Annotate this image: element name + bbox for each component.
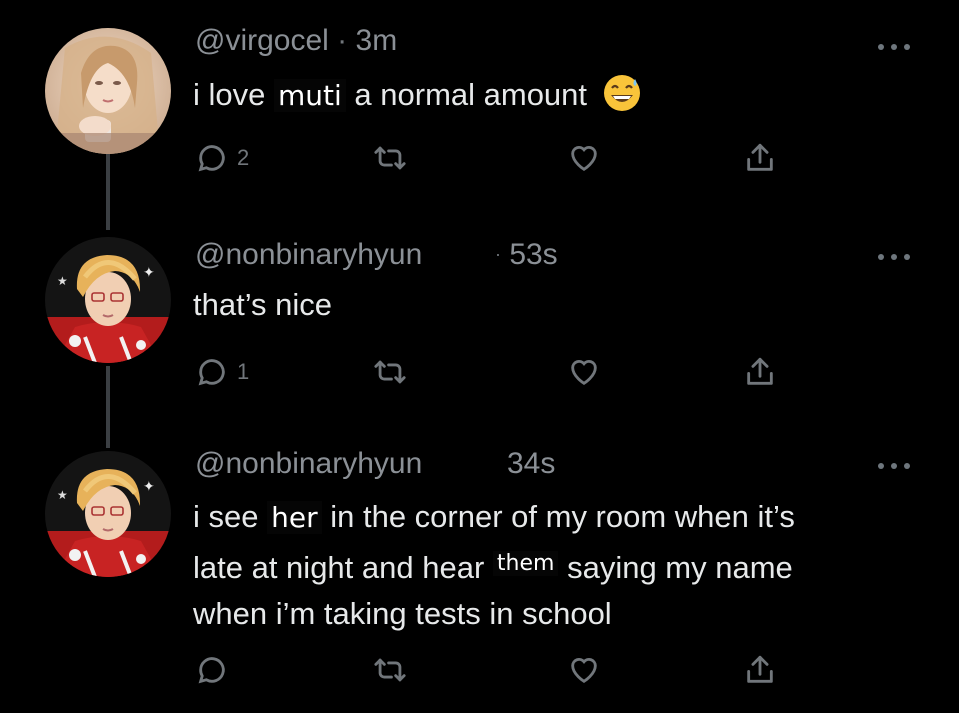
author-handle[interactable]: @nonbinaryhyun xyxy=(195,447,422,480)
like-button[interactable] xyxy=(567,650,601,690)
timestamp[interactable]: 53s xyxy=(509,238,557,271)
text-segment: a normal amount xyxy=(354,77,588,112)
avatar[interactable]: ✦ ★ xyxy=(45,237,171,363)
author-handle[interactable]: @nonbinaryhyun xyxy=(195,238,422,271)
text-line: i see her in the corner of my room when … xyxy=(193,494,913,541)
tweet-text: i see her in the corner of my room when … xyxy=(193,494,913,637)
thread-line xyxy=(106,366,110,448)
reply-button[interactable]: 2 xyxy=(195,138,249,178)
edited-word: her xyxy=(267,501,322,534)
text-segment: i see xyxy=(193,499,259,534)
tweet-actions: 2 xyxy=(195,138,795,178)
text-line: when i’m taking tests in school xyxy=(193,596,612,631)
author-handle[interactable]: @virgocel xyxy=(195,24,329,57)
retweet-icon xyxy=(374,146,406,170)
reply-icon xyxy=(198,359,225,386)
text-segment: late at night and hear xyxy=(193,550,485,585)
reply-icon xyxy=(198,145,225,172)
more-icon[interactable] xyxy=(878,461,910,471)
tweet-actions xyxy=(195,650,795,690)
retweet-button[interactable] xyxy=(373,138,407,178)
svg-text:★: ★ xyxy=(57,274,68,288)
share-icon xyxy=(747,143,773,171)
avatar[interactable] xyxy=(45,28,171,154)
avatar[interactable]: ✦ ★ xyxy=(45,451,171,577)
share-button[interactable] xyxy=(743,352,777,392)
edited-word: them xyxy=(492,551,559,576)
svg-text:★: ★ xyxy=(57,488,68,502)
heart-icon xyxy=(571,146,597,172)
text-segment: saying my name xyxy=(567,550,793,585)
retweet-button[interactable] xyxy=(373,650,407,690)
reply-button[interactable] xyxy=(195,650,229,690)
reply-count: 2 xyxy=(237,145,250,170)
reply-count: 1 xyxy=(237,359,250,384)
like-button[interactable] xyxy=(567,352,601,392)
text-segment: in the corner of my room when it’s xyxy=(330,499,795,534)
text-line: late at night and hear them saying my na… xyxy=(193,541,913,591)
share-button[interactable] xyxy=(743,650,777,690)
meta-separator: · xyxy=(337,24,348,57)
share-icon xyxy=(747,655,773,683)
timestamp[interactable]: 3m xyxy=(356,24,398,57)
meta-separator: · xyxy=(494,244,501,264)
share-button[interactable] xyxy=(743,138,777,178)
tweet-actions: 1 xyxy=(195,352,795,392)
text-segment: i love xyxy=(193,77,266,112)
tweet-meta: @nonbinaryhyun · 53s xyxy=(195,238,558,272)
share-icon xyxy=(747,357,773,385)
tweet-text: that’s nice xyxy=(193,287,333,322)
heart-icon xyxy=(571,360,597,386)
grinning-sweat-emoji xyxy=(603,75,640,111)
svg-text:✦: ✦ xyxy=(143,265,155,281)
tweet-text: i love muti a normal amount xyxy=(193,72,913,119)
tweet-meta: @virgocel · 3m xyxy=(195,24,397,58)
thread-line xyxy=(106,150,110,230)
reply-button[interactable]: 1 xyxy=(195,352,249,392)
like-button[interactable] xyxy=(567,138,601,178)
more-icon[interactable] xyxy=(878,252,910,262)
heart-icon xyxy=(571,658,597,684)
retweet-button[interactable] xyxy=(373,352,407,392)
more-icon[interactable] xyxy=(878,42,910,52)
retweet-icon xyxy=(374,658,406,682)
retweet-icon xyxy=(374,360,406,384)
reply-icon xyxy=(198,657,225,684)
edited-word: muti xyxy=(274,79,346,112)
tweet-meta: @nonbinaryhyun 34s xyxy=(195,447,555,481)
svg-text:✦: ✦ xyxy=(143,479,155,495)
timestamp[interactable]: 34s xyxy=(507,447,555,480)
